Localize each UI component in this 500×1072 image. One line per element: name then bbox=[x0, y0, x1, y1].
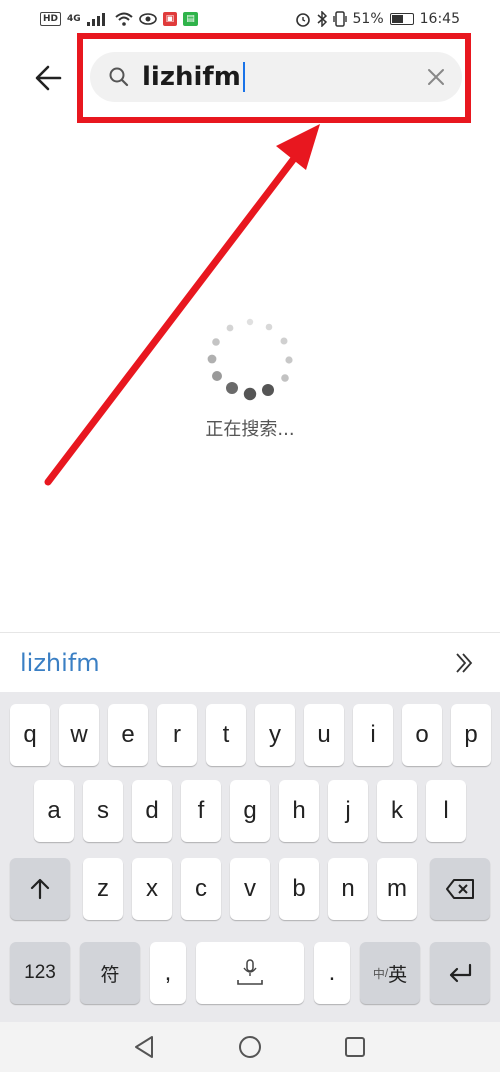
enter-icon bbox=[449, 963, 472, 983]
lang-small-label: 中 bbox=[372, 966, 385, 981]
bluetooth-icon bbox=[317, 11, 327, 27]
numbers-key[interactable]: 123 bbox=[10, 942, 70, 1004]
shift-arrow-icon bbox=[30, 878, 50, 900]
key-y[interactable]: y bbox=[255, 704, 295, 766]
clock: 16:45 bbox=[419, 11, 460, 27]
key-m[interactable]: m bbox=[377, 858, 417, 920]
battery-icon bbox=[389, 13, 414, 25]
comma-key[interactable]: , bbox=[150, 942, 186, 1004]
key-d[interactable]: d bbox=[132, 780, 172, 842]
key-v[interactable]: v bbox=[230, 858, 270, 920]
status-left: HD 4G ▣ ▤ bbox=[40, 12, 198, 26]
key-e[interactable]: e bbox=[108, 704, 148, 766]
hd-badge: HD bbox=[40, 12, 62, 26]
annotation-highlight-box bbox=[77, 33, 471, 123]
key-l[interactable]: l bbox=[426, 780, 466, 842]
lang-main-label: 英 bbox=[388, 964, 408, 986]
key-t[interactable]: t bbox=[206, 704, 246, 766]
loading-spinner-icon bbox=[207, 318, 293, 401]
loading-text: 正在搜索... bbox=[205, 419, 295, 440]
status-right: 51% 16:45 bbox=[295, 11, 460, 27]
symbols-key[interactable]: 符 bbox=[80, 942, 140, 1004]
navigation-bar bbox=[0, 1022, 500, 1072]
space-key[interactable] bbox=[196, 942, 304, 1004]
enter-key[interactable] bbox=[430, 942, 490, 1004]
key-a[interactable]: a bbox=[34, 780, 74, 842]
network-type: 4G bbox=[67, 14, 81, 24]
back-arrow-icon[interactable] bbox=[30, 58, 70, 98]
key-n[interactable]: n bbox=[328, 858, 368, 920]
shift-key[interactable] bbox=[10, 858, 70, 920]
key-p[interactable]: p bbox=[451, 704, 491, 766]
microphone-icon bbox=[237, 959, 263, 985]
triangle-back-icon[interactable] bbox=[130, 1032, 160, 1062]
wifi-icon bbox=[115, 12, 133, 26]
key-q[interactable]: q bbox=[10, 704, 50, 766]
app-notification-icon: ▣ bbox=[162, 12, 178, 26]
message-notification-icon: ▤ bbox=[183, 12, 198, 26]
key-u[interactable]: u bbox=[304, 704, 344, 766]
key-s[interactable]: s bbox=[83, 780, 123, 842]
battery-percent: 51% bbox=[352, 11, 384, 27]
key-g[interactable]: g bbox=[230, 780, 270, 842]
key-i[interactable]: i bbox=[353, 704, 393, 766]
square-recent-icon[interactable] bbox=[340, 1032, 370, 1062]
key-o[interactable]: o bbox=[402, 704, 442, 766]
candidate-suggestion[interactable]: lizhifm bbox=[20, 649, 100, 677]
candidate-bar: lizhifm bbox=[0, 632, 500, 692]
backspace-icon bbox=[446, 879, 474, 899]
backspace-key[interactable] bbox=[430, 858, 490, 920]
double-chevron-icon[interactable] bbox=[452, 651, 476, 675]
key-z[interactable]: z bbox=[83, 858, 123, 920]
keyboard: qwertyuiop asdfghjkl zxcvbnm 123 符 , . 中… bbox=[0, 692, 500, 1022]
key-j[interactable]: j bbox=[328, 780, 368, 842]
alarm-icon bbox=[295, 13, 310, 27]
key-f[interactable]: f bbox=[181, 780, 221, 842]
signal-icon bbox=[86, 13, 105, 26]
key-b[interactable]: b bbox=[279, 858, 319, 920]
period-key[interactable]: . bbox=[314, 942, 350, 1004]
eye-icon bbox=[138, 13, 157, 25]
vibrate-icon bbox=[332, 11, 347, 27]
key-c[interactable]: c bbox=[181, 858, 221, 920]
key-k[interactable]: k bbox=[377, 780, 417, 842]
language-switch-key[interactable]: 中 / 英 bbox=[360, 942, 420, 1004]
key-h[interactable]: h bbox=[279, 780, 319, 842]
circle-home-icon[interactable] bbox=[235, 1032, 265, 1062]
key-r[interactable]: r bbox=[157, 704, 197, 766]
key-w[interactable]: w bbox=[59, 704, 99, 766]
key-x[interactable]: x bbox=[132, 858, 172, 920]
